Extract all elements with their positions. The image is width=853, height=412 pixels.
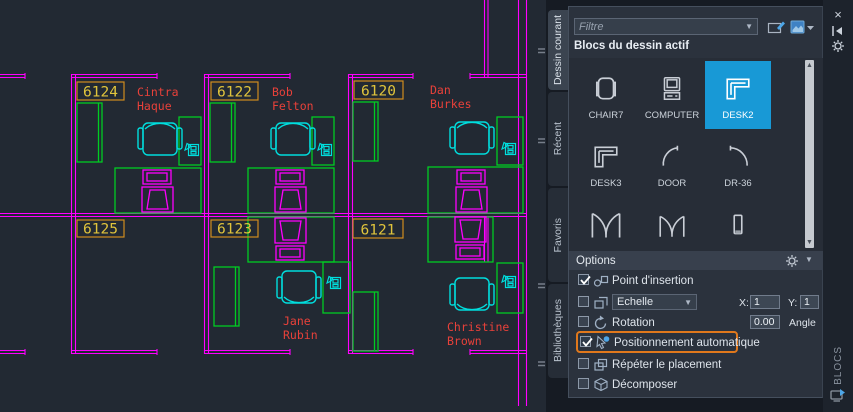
chevron-down-icon: ▼ <box>745 22 753 31</box>
computers <box>141 169 488 261</box>
occupant-name: Christine <box>447 320 509 334</box>
dr36-block-icon <box>724 138 752 176</box>
rotation-label: Rotation <box>612 317 655 329</box>
block-tile-chair7[interactable]: CHAIR7 <box>573 61 639 129</box>
scale-checkbox[interactable] <box>578 296 589 307</box>
explode-icon <box>594 377 608 392</box>
explode-label: Décomposer <box>612 379 678 391</box>
close-icon[interactable]: × <box>829 7 847 22</box>
explode-checkbox[interactable] <box>578 378 589 389</box>
palette-name-vertical: BLOCS <box>832 345 844 385</box>
block-tile-desk3[interactable]: DESK3 <box>573 129 639 197</box>
room-number: 6124 <box>83 85 118 101</box>
blocks-palette-icon <box>829 386 847 404</box>
repeat-placement-icon <box>594 358 608 371</box>
drawing-canvas[interactable]: 6124 6122 6120 6125 6123 6121 Cintra Haq… <box>0 0 546 412</box>
double-door-block-icon <box>589 206 623 244</box>
occupant-name: Dan <box>430 83 451 97</box>
repeat-placement-checkbox[interactable] <box>578 358 589 369</box>
chair7-block-icon <box>592 70 620 108</box>
properties-gear-icon[interactable] <box>829 39 847 53</box>
room-number: 6120 <box>361 84 396 100</box>
occupant-name: Brown <box>447 334 482 348</box>
options-collapse-icon[interactable]: ▼ <box>805 255 813 264</box>
block-tile-computer[interactable]: COMPUTER <box>639 61 705 129</box>
occupant-name: Cintra <box>137 85 179 99</box>
palette-tabstrip: Dessin courant Récent Favoris Bibliothèq… <box>548 0 568 412</box>
palette-titlebar: × BLOCS <box>823 0 853 412</box>
door-block-icon <box>658 138 686 176</box>
occupant-name: Felton <box>272 99 314 113</box>
scroll-up-icon[interactable]: ▲ <box>805 62 814 69</box>
tab-recent[interactable]: Récent <box>548 92 568 186</box>
y-label: Y: <box>788 297 798 309</box>
scroll-down-icon[interactable]: ▼ <box>805 239 814 246</box>
scale-icon <box>594 296 608 309</box>
section-heading: Blocs du dessin actif <box>574 40 690 52</box>
thumbnail-view-icon <box>790 20 814 34</box>
auto-placement-checkbox[interactable] <box>580 336 593 347</box>
desk2-block-icon <box>724 70 752 108</box>
rotation-icon <box>594 315 607 330</box>
rotation-checkbox[interactable] <box>578 316 589 327</box>
x-label: X: <box>739 297 749 309</box>
grid-scrollbar[interactable]: ▲ ▼ <box>805 60 814 248</box>
edit-filter-icon <box>767 21 785 34</box>
options-header[interactable]: Options ▼ <box>569 251 824 270</box>
desk3-block-icon <box>592 138 620 176</box>
insertion-point-icon <box>593 275 609 287</box>
gear-icon[interactable] <box>785 254 799 268</box>
blocks-grid: CHAIR7 COMPUTER DESK2 DESK3 DOOR DR-36 ▲… <box>569 58 824 251</box>
double-door-2-block-icon <box>657 206 687 244</box>
auto-hide-icon[interactable] <box>829 24 847 38</box>
insertion-point-checkbox[interactable] <box>578 274 591 285</box>
insertion-point-label: Point d'insertion <box>612 275 694 287</box>
x-value-input[interactable]: 1 <box>750 295 780 309</box>
options-title: Options <box>576 254 616 267</box>
room-number: 6125 <box>83 222 118 238</box>
occupant-name: Rubin <box>283 328 318 342</box>
block-tile-panel[interactable] <box>705 197 771 251</box>
occupant-name: Burkes <box>430 97 472 111</box>
occupant-name: Haque <box>137 99 172 113</box>
angle-label: Angle <box>789 317 816 329</box>
filter-combobox[interactable]: Filtre ▼ <box>574 18 758 35</box>
computer-block-icon <box>658 70 686 108</box>
block-tile-door[interactable]: DOOR <box>639 129 705 197</box>
blocks-palette: Dessin courant Récent Favoris Bibliothèq… <box>546 0 853 412</box>
occupant-name: Jane <box>283 314 311 328</box>
room-tags <box>76 80 404 239</box>
edit-filter-button[interactable] <box>767 19 787 35</box>
panel-block-icon <box>724 206 752 244</box>
scale-dropdown[interactable]: Echelle ▼ <box>612 294 697 310</box>
block-tile-double-door[interactable] <box>573 197 639 251</box>
palette-body: Filtre ▼ Blocs du dessin actif CHAIR7 CO… <box>568 6 824 398</box>
window-grips <box>538 48 545 367</box>
autocad-window: 6124 6122 6120 6125 6123 6121 Cintra Haq… <box>0 0 853 412</box>
tab-bibliotheques[interactable]: Bibliothèques <box>548 284 568 378</box>
chevron-down-icon: ▼ <box>684 297 692 307</box>
block-tile-desk2[interactable]: DESK2 <box>705 61 771 129</box>
room-number: 6123 <box>217 222 252 238</box>
tab-favoris[interactable]: Favoris <box>548 188 568 282</box>
tab-dessin-courant[interactable]: Dessin courant <box>548 10 568 90</box>
auto-placement-label: Positionnement automatique <box>614 337 760 349</box>
room-number: 6122 <box>217 85 252 101</box>
y-value-input[interactable]: 1 <box>800 295 819 309</box>
angle-value-input[interactable]: 0.00 <box>750 315 780 329</box>
block-tile-dr36[interactable]: DR-36 <box>705 129 771 197</box>
room-number: 6121 <box>361 223 396 239</box>
repeat-placement-label: Répéter le placement <box>612 359 722 371</box>
filter-placeholder: Filtre <box>579 20 604 33</box>
block-tile-double-door-2[interactable] <box>639 197 705 251</box>
view-style-button[interactable] <box>790 19 814 35</box>
auto-placement-icon <box>596 335 610 350</box>
occupant-name: Bob <box>272 85 293 99</box>
